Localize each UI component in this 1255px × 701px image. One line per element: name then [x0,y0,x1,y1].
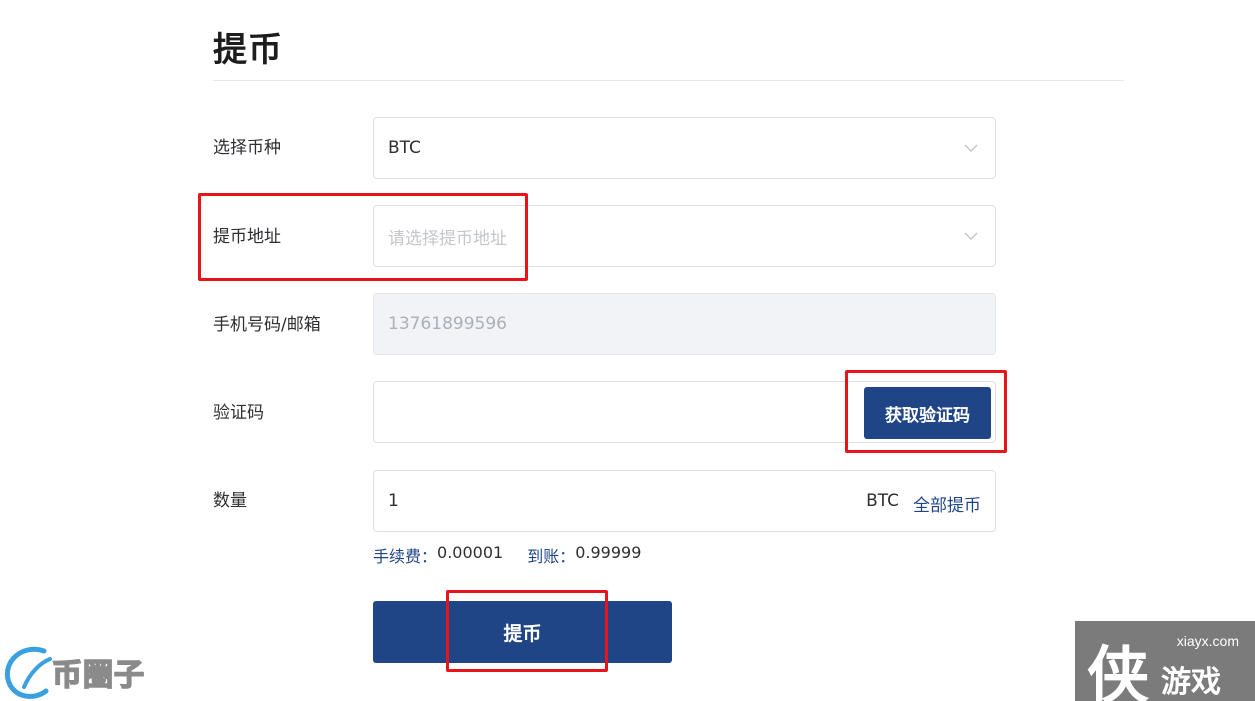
title-divider [213,80,1124,81]
amount-label: 数量 [213,491,247,511]
address-select[interactable]: 请选择提币地址 [373,205,996,267]
currency-value: BTC [388,138,421,158]
submit-withdraw-button[interactable]: 提币 [373,601,672,663]
get-code-button[interactable]: 获取验证码 [864,387,991,439]
amount-input[interactable]: 1 BTC 全部提币 [373,470,996,532]
address-placeholder: 请选择提币地址 [388,228,507,249]
fee-value: 0.00001 [437,543,504,562]
watermark-left-text: 币圈子 [51,657,145,694]
watermark-right-text: 游戏 [1161,665,1221,700]
contact-field: 13761899596 [373,293,996,355]
contact-value: 13761899596 [388,314,507,334]
page-title: 提币 [213,30,283,70]
watermark-glyph: 侠 [1087,639,1150,701]
code-label: 验证码 [213,403,264,423]
amount-value: 1 [388,491,399,511]
fee-label: 手续费： [373,547,438,566]
address-label: 提币地址 [213,227,281,247]
fee-summary: 手续费： 0.00001 到账： 0.99999 [373,543,641,567]
code-input[interactable]: 获取验证码 [373,381,996,443]
amount-unit: BTC [866,491,899,511]
currency-label: 选择币种 [213,138,281,158]
currency-select[interactable]: BTC [373,117,996,179]
chevron-down-icon [964,144,978,152]
receive-label: 到账： [527,547,576,566]
contact-label: 手机号码/邮箱 [213,315,321,335]
receive-value: 0.99999 [575,543,642,562]
chevron-down-icon [964,232,978,240]
watermark-right: 侠 xiayx.com 游戏 [1075,621,1255,701]
watermark-url: xiayx.com [1176,633,1239,649]
withdraw-all-link[interactable]: 全部提币 [913,491,981,516]
